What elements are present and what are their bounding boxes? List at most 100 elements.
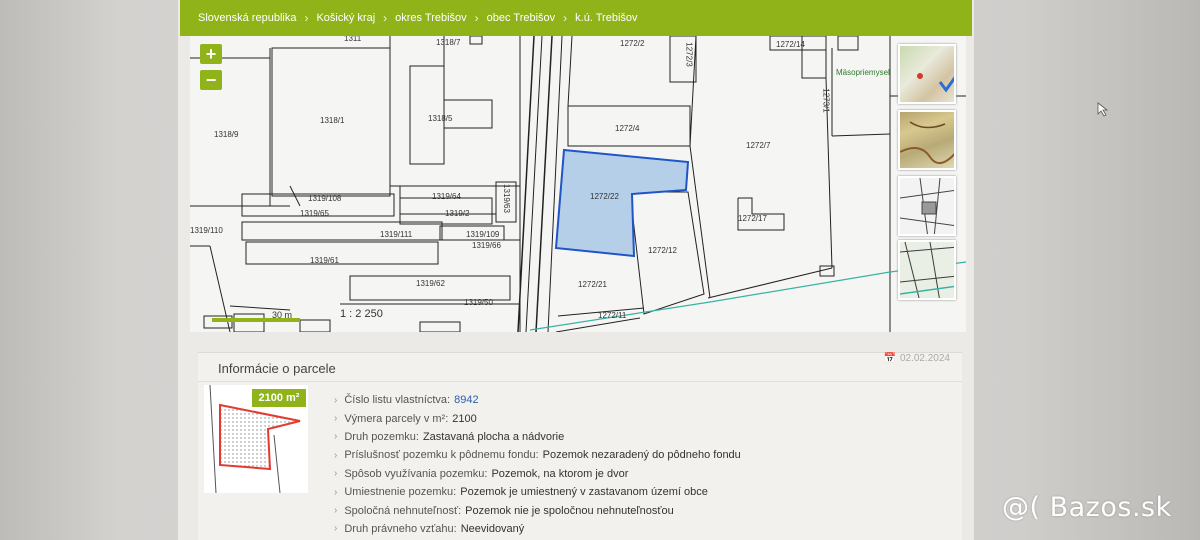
chevron-right-icon: › bbox=[334, 431, 338, 443]
breadcrumb-label: okres Trebišov bbox=[395, 12, 467, 24]
place-label: Mäsopriemysel bbox=[836, 68, 890, 77]
zoom-in-button[interactable]: + bbox=[200, 44, 222, 64]
info-row-legal-relation: › Druh právneho vzťahu: Neevidovaný bbox=[334, 520, 741, 538]
info-label: Príslušnosť pozemku k pôdnemu fondu: bbox=[344, 449, 539, 462]
parcel-label: 1319/108 bbox=[308, 194, 342, 203]
chevron-right-icon: › bbox=[334, 486, 338, 498]
map-overview-icon bbox=[900, 178, 954, 234]
parcel-label: 1272/14 bbox=[776, 40, 805, 49]
chevron-right-icon: › bbox=[334, 394, 338, 406]
info-label: Číslo listu vlastníctva: bbox=[344, 394, 451, 407]
info-label: Spoločná nehnuteľnosť: bbox=[344, 504, 462, 517]
parcel-label: 1272/2 bbox=[620, 39, 645, 48]
chevron-right-icon: › bbox=[334, 413, 338, 425]
parcel-label: 1272/17 bbox=[738, 214, 767, 223]
breadcrumb-label: k.ú. Trebišov bbox=[575, 12, 638, 24]
parcel-label: 1319/111 bbox=[380, 230, 413, 239]
chevron-right-icon: › bbox=[334, 523, 338, 535]
parcel-label: 1319/61 bbox=[310, 256, 339, 265]
plus-icon: + bbox=[205, 44, 217, 64]
parcel-label: 1272/22 bbox=[590, 192, 619, 201]
parcel-label: 1272/12 bbox=[648, 246, 677, 255]
parcel-label: 1319/62 bbox=[416, 279, 445, 288]
layer-ortho-icon[interactable] bbox=[898, 44, 956, 104]
calendar-icon: 📅 bbox=[883, 353, 896, 364]
layer-overview-icon[interactable] bbox=[898, 176, 956, 236]
info-label: Druh právneho vzťahu: bbox=[344, 522, 457, 535]
parcel-label: 1319/110 bbox=[190, 226, 223, 235]
info-list: › Číslo listu vlastníctva: 8942 › Výmera… bbox=[334, 391, 741, 538]
parcel-info-panel: Informácie o parcele 📅 02.02.2024 2100 m… bbox=[198, 352, 962, 540]
info-row-usage: › Spôsob využívania pozemku: Pozemok, na… bbox=[334, 465, 741, 483]
parcel-label: 1318/5 bbox=[428, 114, 453, 123]
info-row-common-property: › Spoločná nehnuteľnosť: Pozemok nie je … bbox=[334, 501, 741, 519]
map-scale: 1 : 2 250 bbox=[340, 308, 383, 320]
area-badge: 2100 m² bbox=[252, 389, 306, 407]
breadcrumb-item-country[interactable]: Slovenská republika bbox=[198, 12, 296, 24]
chevron-right-icon: › bbox=[563, 11, 568, 25]
checkmark-icon bbox=[917, 73, 954, 93]
parcel-label: 1318/9 bbox=[214, 130, 239, 139]
parcel-label: 1272/21 bbox=[578, 280, 607, 289]
breadcrumb-item-municipality[interactable]: obec Trebišov bbox=[487, 12, 555, 24]
breadcrumb-item-region[interactable]: Košický kraj bbox=[316, 12, 375, 24]
info-row-land-type: › Druh pozemku: Zastavaná plocha a nádvo… bbox=[334, 428, 741, 446]
layer-terrain-icon[interactable] bbox=[898, 110, 956, 170]
layer-cadastre-icon[interactable] bbox=[898, 240, 956, 300]
parcel-label: 1272/7 bbox=[746, 141, 771, 150]
parcel-label: 1273/1 bbox=[821, 88, 831, 113]
cadastral-map[interactable]: 1311 1318/7 1272/2 1272/3 1272/14 1318/9… bbox=[190, 36, 966, 332]
parcel-label: 1318/1 bbox=[320, 116, 345, 125]
terrain-icon bbox=[900, 121, 954, 165]
parcel-label: 1319/63 bbox=[501, 184, 511, 213]
info-value: Pozemok nie je spoločnou nehnuteľnosťou bbox=[465, 504, 674, 517]
mouse-cursor-icon bbox=[1097, 102, 1109, 117]
parcel-label: 1272/3 bbox=[684, 42, 694, 67]
info-value: Pozemok je umiestnený v zastavanom území… bbox=[460, 486, 708, 499]
breadcrumb: Slovenská republika › Košický kraj › okr… bbox=[180, 0, 972, 36]
chevron-right-icon: › bbox=[304, 11, 309, 25]
info-value: 2100 bbox=[452, 412, 477, 425]
parcel-label: 1318/7 bbox=[436, 38, 461, 47]
info-row-ownership-sheet: › Číslo listu vlastníctva: 8942 bbox=[334, 391, 741, 409]
minus-icon: − bbox=[205, 70, 217, 90]
info-value: Pozemok, na ktorom je dvor bbox=[491, 467, 629, 480]
info-row-location: › Umiestnenie pozemku: Pozemok je umiest… bbox=[334, 483, 741, 501]
watermark: @( Bazos.sk bbox=[1002, 492, 1172, 523]
date-text: 02.02.2024 bbox=[899, 353, 950, 364]
info-label: Druh pozemku: bbox=[344, 430, 419, 443]
parcel-label: 1272/11 bbox=[598, 311, 627, 320]
parcel-label: 1319/65 bbox=[300, 209, 329, 218]
date-stamp: 📅 02.02.2024 bbox=[883, 353, 950, 364]
scale-bar-label: 30 m bbox=[272, 310, 293, 320]
breadcrumb-item-cadastral-area[interactable]: k.ú. Trebišov bbox=[575, 12, 637, 24]
selected-parcel[interactable] bbox=[554, 148, 690, 258]
chevron-right-icon: › bbox=[334, 468, 338, 480]
parcel-label: 1319/66 bbox=[472, 241, 501, 250]
info-value: Pozemok nezaradený do pôdneho fondu bbox=[542, 449, 741, 462]
parcel-label: 1319/50 bbox=[464, 298, 493, 307]
cadastre-icon bbox=[900, 242, 954, 298]
ownership-sheet-link[interactable]: 8942 bbox=[454, 394, 478, 406]
info-label: Spôsob využívania pozemku: bbox=[344, 467, 488, 480]
parcel-label: 1272/4 bbox=[615, 124, 640, 133]
breadcrumb-label: obec Trebišov bbox=[486, 12, 556, 24]
breadcrumb-label: Slovenská republika bbox=[198, 12, 297, 24]
info-label: Umiestnenie pozemku: bbox=[344, 486, 457, 499]
info-row-area: › Výmera parcely v m²: 2100 bbox=[334, 409, 741, 427]
breadcrumb-label: Košický kraj bbox=[316, 12, 376, 24]
breadcrumb-item-district[interactable]: okres Trebišov bbox=[395, 12, 467, 24]
info-value: Neevidovaný bbox=[460, 522, 525, 535]
panel-title: Informácie o parcele bbox=[218, 361, 336, 376]
chevron-right-icon: › bbox=[334, 449, 338, 461]
zoom-out-button[interactable]: − bbox=[200, 70, 222, 90]
chevron-right-icon: › bbox=[383, 11, 388, 25]
info-row-soil-fund: › Príslušnosť pozemku k pôdnemu fondu: P… bbox=[334, 446, 741, 464]
parcel-label: 1319/109 bbox=[466, 230, 500, 239]
divider bbox=[198, 381, 962, 382]
parcel-label: 1319/2 bbox=[445, 209, 470, 218]
info-label: Výmera parcely v m²: bbox=[344, 412, 449, 425]
parcel-label: 1319/64 bbox=[432, 192, 461, 201]
info-value: Zastavaná plocha a nádvorie bbox=[422, 430, 565, 443]
chevron-right-icon: › bbox=[474, 11, 479, 25]
